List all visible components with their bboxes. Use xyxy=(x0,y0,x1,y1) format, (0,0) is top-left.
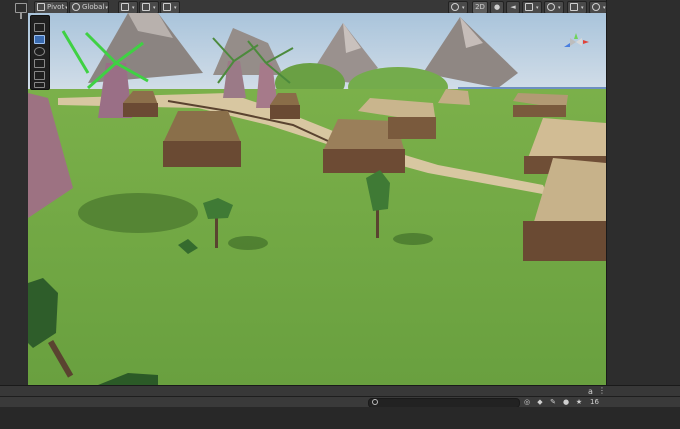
effects-icon xyxy=(525,3,533,11)
lock-icon[interactable]: a xyxy=(588,387,593,396)
y-axis-icon[interactable] xyxy=(574,33,578,39)
transform-tool-icon[interactable] xyxy=(34,82,45,88)
scene-tools-panel xyxy=(30,15,50,90)
global-icon xyxy=(72,3,80,11)
global-label: Global xyxy=(82,3,105,11)
inspector-panel-edge xyxy=(606,0,680,395)
grid-plane-icon xyxy=(163,3,171,11)
window-layout-icon[interactable] xyxy=(15,3,27,13)
rect-tool-icon[interactable] xyxy=(34,71,45,80)
rotate-tool-icon[interactable] xyxy=(34,47,45,56)
lightbulb-icon: ● xyxy=(493,3,501,11)
house xyxy=(163,111,241,167)
shading-sphere-icon xyxy=(451,3,459,11)
eye-slash-icon xyxy=(547,3,555,11)
scene-render xyxy=(28,13,606,385)
pivot-icon xyxy=(37,3,45,11)
shadow xyxy=(393,233,433,245)
tag-icon[interactable]: ◆ xyxy=(536,398,544,406)
project-panel xyxy=(0,407,680,429)
scene-viewport[interactable] xyxy=(28,13,606,385)
snap-icon xyxy=(142,3,150,11)
pivot-label: Pivot xyxy=(47,3,65,11)
house xyxy=(513,93,568,117)
scene-toolbar: Pivot▾ Global▾ ▾ ▾ ▾ ▾ 2D ● ◄ ▾ ▾ ▾ ▾ xyxy=(28,0,607,14)
search-icon xyxy=(372,399,378,405)
shadow xyxy=(78,193,198,233)
star-icon[interactable]: ★ xyxy=(575,398,583,406)
info-icon[interactable]: ● xyxy=(562,398,570,406)
move-tool-icon[interactable] xyxy=(34,35,45,44)
view-tool-icon[interactable] xyxy=(34,23,45,32)
z-axis-icon[interactable] xyxy=(564,43,570,47)
orientation-gizmo[interactable] xyxy=(556,28,596,58)
2d-label: 2D xyxy=(475,3,485,11)
camera-icon xyxy=(570,3,578,11)
filter-icon[interactable]: ◎ xyxy=(523,398,531,406)
label-icon[interactable]: ✎ xyxy=(549,398,557,406)
globe-icon xyxy=(592,3,600,11)
grid-icon xyxy=(121,3,129,11)
shadow xyxy=(228,236,268,250)
scale-tool-icon[interactable] xyxy=(34,59,45,68)
hidden-count: 16 xyxy=(590,398,599,406)
x-axis-icon[interactable] xyxy=(583,40,589,44)
more-options-icon[interactable] xyxy=(20,13,22,19)
hierarchy-panel-edge xyxy=(0,0,29,395)
speaker-icon: ◄ xyxy=(510,3,516,11)
more-icon[interactable]: ⋮ xyxy=(598,386,606,395)
